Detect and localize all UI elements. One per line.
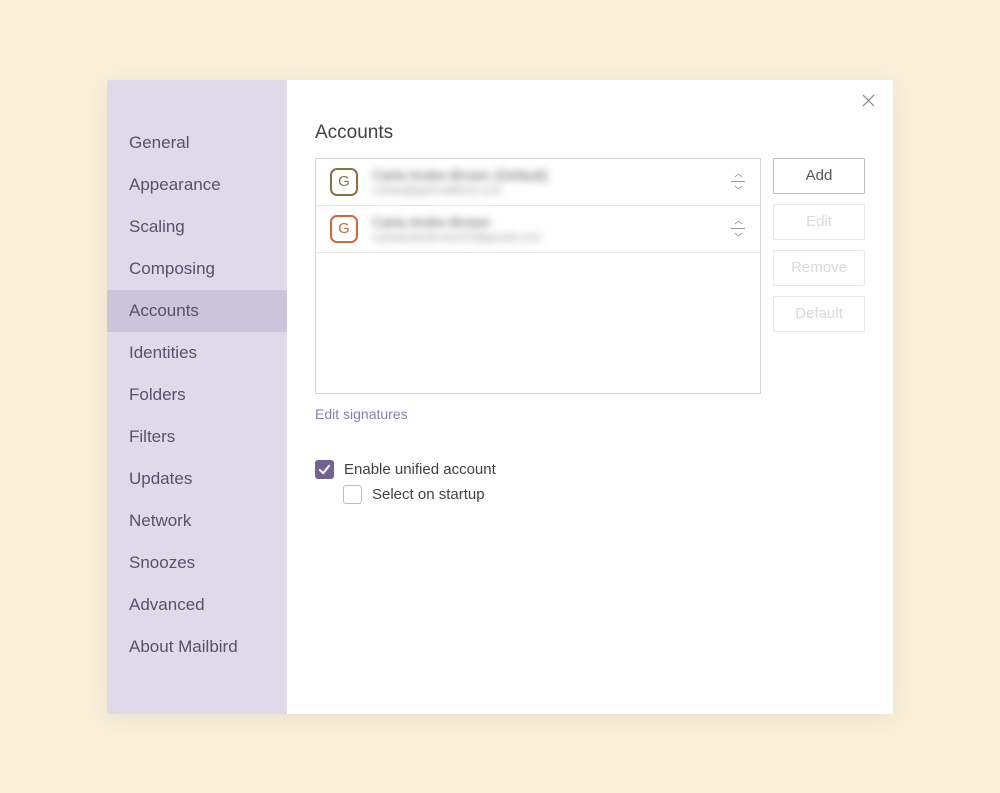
sidebar-item-composing[interactable]: Composing <box>107 248 287 290</box>
account-row[interactable]: G Carla Andre-Brown (Default) carlaa@get… <box>316 159 760 206</box>
account-provider-icon: G <box>330 215 358 243</box>
select-on-startup-row: Select on startup <box>343 485 865 504</box>
checkbox-group: Enable unified account Select on startup <box>315 460 865 504</box>
sidebar-item-appearance[interactable]: Appearance <box>107 164 287 206</box>
enable-unified-checkbox[interactable] <box>315 460 334 479</box>
edit-button[interactable]: Edit <box>773 204 865 240</box>
select-on-startup-checkbox[interactable] <box>343 485 362 504</box>
main-panel: Accounts G Carla Andre-Brown (Default) c… <box>287 80 893 714</box>
settings-window: General Appearance Scaling Composing Acc… <box>107 80 893 714</box>
account-buttons: Add Edit Remove Default <box>773 158 865 394</box>
drag-handle-icon[interactable] <box>730 173 746 190</box>
account-list: G Carla Andre-Brown (Default) carlaa@get… <box>315 158 761 394</box>
sidebar-item-updates[interactable]: Updates <box>107 458 287 500</box>
sidebar-item-identities[interactable]: Identities <box>107 332 287 374</box>
enable-unified-row: Enable unified account <box>315 460 865 479</box>
sidebar-item-filters[interactable]: Filters <box>107 416 287 458</box>
account-section: G Carla Andre-Brown (Default) carlaa@get… <box>315 158 865 394</box>
sidebar-item-advanced[interactable]: Advanced <box>107 584 287 626</box>
sidebar-item-general[interactable]: General <box>107 122 287 164</box>
enable-unified-label: Enable unified account <box>344 461 496 478</box>
select-on-startup-label: Select on startup <box>372 486 485 503</box>
remove-button[interactable]: Remove <box>773 250 865 286</box>
account-email: carlaandrebrown22@gmail.com <box>372 230 716 244</box>
account-text: Carla Andre-Brown carlaandrebrown22@gmai… <box>372 214 716 244</box>
account-email: carlaa@getmailbird.com <box>372 183 716 197</box>
checkmark-icon <box>318 463 331 476</box>
account-provider-icon: G <box>330 168 358 196</box>
account-name: Carla Andre-Brown <box>372 214 716 230</box>
edit-signatures-link[interactable]: Edit signatures <box>315 406 408 422</box>
account-name: Carla Andre-Brown (Default) <box>372 167 716 183</box>
sidebar-item-folders[interactable]: Folders <box>107 374 287 416</box>
add-button[interactable]: Add <box>773 158 865 194</box>
sidebar-item-accounts[interactable]: Accounts <box>107 290 287 332</box>
default-button[interactable]: Default <box>773 296 865 332</box>
settings-sidebar: General Appearance Scaling Composing Acc… <box>107 80 287 714</box>
page-title: Accounts <box>315 122 865 144</box>
sidebar-item-about[interactable]: About Mailbird <box>107 626 287 668</box>
sidebar-item-network[interactable]: Network <box>107 500 287 542</box>
drag-handle-icon[interactable] <box>730 220 746 237</box>
account-text: Carla Andre-Brown (Default) carlaa@getma… <box>372 167 716 197</box>
sidebar-item-scaling[interactable]: Scaling <box>107 206 287 248</box>
account-row[interactable]: G Carla Andre-Brown carlaandrebrown22@gm… <box>316 206 760 253</box>
sidebar-item-snoozes[interactable]: Snoozes <box>107 542 287 584</box>
